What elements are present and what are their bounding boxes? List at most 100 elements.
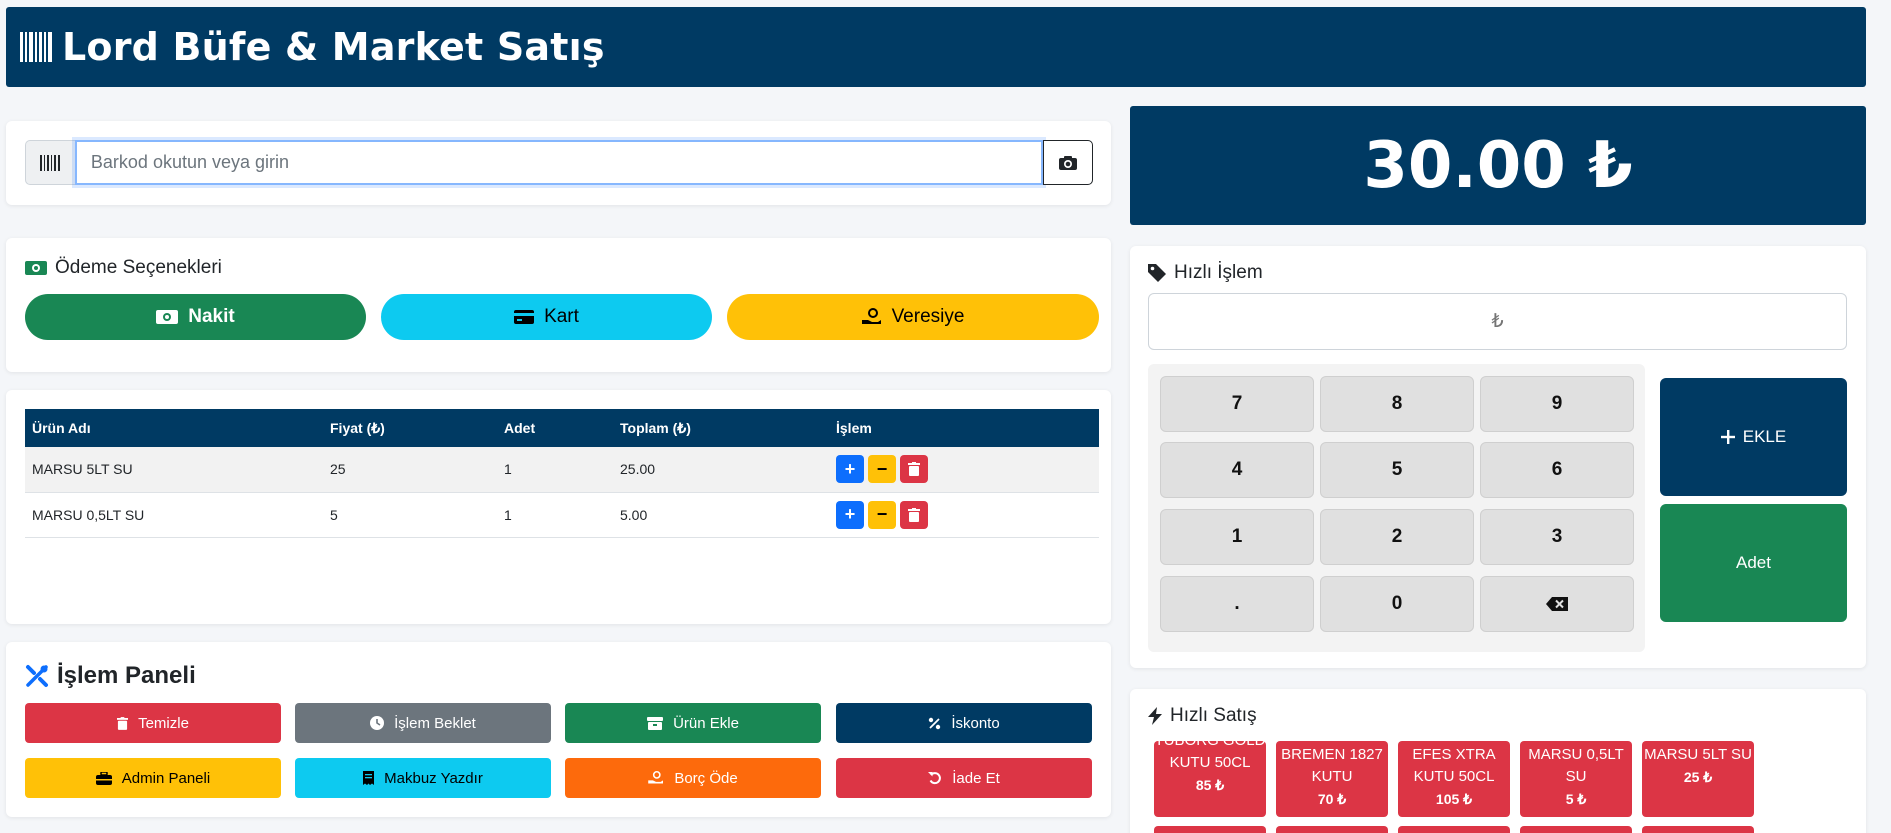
- quick-product-price: 70 ₺: [1317, 791, 1347, 807]
- panel-title: İşlem Paneli: [25, 662, 196, 690]
- operations-panel: İşlem Paneli Temizle İşlem Beklet Ürün E…: [6, 642, 1111, 817]
- cash-button-label: Nakit: [188, 306, 235, 327]
- cart-table: Ürün Adı Fiyat (₺) Adet Toplam (₺) İşlem…: [25, 409, 1099, 538]
- add-amount-button-label: EKLE: [1742, 427, 1787, 446]
- table-row: MARSU 5LT SU 25 1 25.00 + −: [25, 447, 1099, 493]
- add-amount-button[interactable]: EKLE: [1660, 378, 1847, 496]
- add-product-button-label: Ürün Ekle: [673, 714, 739, 732]
- hand-money-icon: [861, 308, 881, 324]
- tag-icon: [1148, 264, 1166, 282]
- camera-button[interactable]: [1043, 140, 1093, 185]
- quick-sale-title: Hızlı Satış: [1148, 705, 1257, 727]
- credit-card-icon: [514, 310, 535, 324]
- quick-product-tile[interactable]: [1154, 826, 1266, 833]
- numpad-key-6[interactable]: 6: [1480, 442, 1634, 498]
- numpad-key-dot[interactable]: .: [1160, 576, 1314, 632]
- numpad-key-1[interactable]: 1: [1160, 509, 1314, 565]
- cell-total: 25.00: [613, 447, 829, 493]
- print-receipt-button[interactable]: Makbuz Yazdır: [295, 758, 551, 798]
- delete-item-button[interactable]: [900, 455, 928, 484]
- numpad-key-0[interactable]: 0: [1320, 576, 1474, 632]
- app-title: Lord Büfe & Market Satış: [62, 25, 605, 69]
- barcode-input[interactable]: [74, 140, 1044, 185]
- cart-table-header: Ürün Adı Fiyat (₺) Adet Toplam (₺) İşlem: [25, 409, 1099, 447]
- undo-icon: [928, 772, 942, 785]
- hold-transaction-button[interactable]: İşlem Beklet: [295, 703, 551, 743]
- cell-name: MARSU 5LT SU: [25, 447, 323, 493]
- cell-name: MARSU 0,5LT SU: [25, 492, 323, 538]
- cell-price: 5: [323, 492, 497, 538]
- numpad-backspace[interactable]: [1480, 576, 1634, 632]
- quick-product-tile[interactable]: [1276, 826, 1388, 833]
- quick-product-tile[interactable]: MARSU 0,5LT SU 5 ₺: [1520, 741, 1632, 817]
- refund-button-label: İade Et: [952, 769, 1000, 787]
- money-icon: [156, 310, 179, 324]
- quick-product-name: MARSU 5LT SU: [1644, 746, 1752, 763]
- quick-product-tile[interactable]: MARSU 5LT SU 25 ₺: [1642, 741, 1754, 817]
- numpad-key-5[interactable]: 5: [1320, 442, 1474, 498]
- col-qty: Adet: [504, 420, 536, 436]
- clear-button-label: Temizle: [138, 714, 189, 732]
- delete-item-button[interactable]: [900, 500, 928, 529]
- quick-product-price: 5 ₺: [1565, 791, 1587, 807]
- decrease-qty-button[interactable]: −: [868, 455, 896, 484]
- decrease-qty-button[interactable]: −: [868, 500, 896, 529]
- col-product-name: Ürün Adı: [32, 420, 91, 436]
- card-button[interactable]: Kart: [381, 294, 712, 340]
- toolbox-icon: [95, 771, 112, 785]
- quick-operation-card: Hızlı İşlem 7 8 9 4 5 6 1 2 3 . 0 EKLE A…: [1130, 246, 1866, 668]
- quantity-button[interactable]: Adet: [1660, 504, 1847, 622]
- quick-op-title-text: Hızlı İşlem: [1174, 262, 1263, 283]
- quick-product-tile[interactable]: [1520, 826, 1632, 833]
- quick-product-tile[interactable]: [1642, 826, 1754, 833]
- discount-button[interactable]: İskonto: [836, 703, 1092, 743]
- clock-icon: [370, 716, 385, 730]
- quick-sale-title-text: Hızlı Satış: [1170, 705, 1257, 726]
- quick-product-tile[interactable]: TUBORG GOLD KUTU 50CL 85 ₺: [1154, 741, 1266, 817]
- hand-money-icon: [648, 771, 664, 784]
- quick-product-price: 105 ₺: [1435, 791, 1473, 807]
- clear-button[interactable]: Temizle: [25, 703, 281, 743]
- quick-sale-card: Hızlı Satış TUBORG GOLD KUTU 50CL 85 ₺ B…: [1130, 689, 1866, 833]
- cash-button[interactable]: Nakit: [25, 294, 366, 340]
- receipt-icon: [363, 771, 375, 785]
- quick-product-tile[interactable]: [1398, 826, 1510, 833]
- col-actions: İşlem: [836, 420, 872, 436]
- plus-icon: [1720, 430, 1735, 444]
- quick-product-name: BREMEN 1827 KUTU: [1281, 746, 1383, 785]
- numpad-key-9[interactable]: 9: [1480, 376, 1634, 432]
- numpad-key-8[interactable]: 8: [1320, 376, 1474, 432]
- backspace-icon: [1546, 597, 1568, 611]
- cell-qty: 1: [497, 492, 613, 538]
- barcode-prefix: [25, 140, 75, 185]
- barcode-icon: [40, 154, 61, 171]
- discount-button-label: İskonto: [951, 714, 1000, 732]
- bolt-icon: [1148, 707, 1162, 725]
- credit-sale-button-label: Veresiye: [891, 306, 965, 327]
- cell-price: 25: [323, 447, 497, 493]
- numpad-key-3[interactable]: 3: [1480, 509, 1634, 565]
- quick-product-tile[interactable]: BREMEN 1827 KUTU 70 ₺: [1276, 741, 1388, 817]
- increase-qty-button[interactable]: +: [836, 455, 864, 484]
- cell-actions: + −: [829, 447, 1099, 493]
- panel-title-text: İşlem Paneli: [57, 662, 196, 689]
- numpad-key-7[interactable]: 7: [1160, 376, 1314, 432]
- increase-qty-button[interactable]: +: [836, 500, 864, 529]
- numpad-key-2[interactable]: 2: [1320, 509, 1474, 565]
- admin-panel-button-label: Admin Paneli: [121, 769, 211, 787]
- cell-total: 5.00: [613, 492, 829, 538]
- quick-product-price: 25 ₺: [1683, 769, 1713, 785]
- quick-product-tile[interactable]: EFES XTRA KUTU 50CL 105 ₺: [1398, 741, 1510, 817]
- pay-debt-button[interactable]: Borç Öde: [565, 758, 821, 798]
- quick-product-price: 85 ₺: [1195, 777, 1225, 793]
- refund-button[interactable]: İade Et: [836, 758, 1092, 798]
- print-receipt-button-label: Makbuz Yazdır: [384, 769, 483, 787]
- table-row: MARSU 0,5LT SU 5 1 5.00 + −: [25, 492, 1099, 538]
- credit-sale-button[interactable]: Veresiye: [727, 294, 1099, 340]
- add-product-button[interactable]: Ürün Ekle: [565, 703, 821, 743]
- trash-icon: [908, 507, 920, 522]
- amount-input[interactable]: [1148, 293, 1847, 350]
- numpad-key-4[interactable]: 4: [1160, 442, 1314, 498]
- admin-panel-button[interactable]: Admin Paneli: [25, 758, 281, 798]
- total-amount: 30.00 ₺: [1130, 106, 1866, 225]
